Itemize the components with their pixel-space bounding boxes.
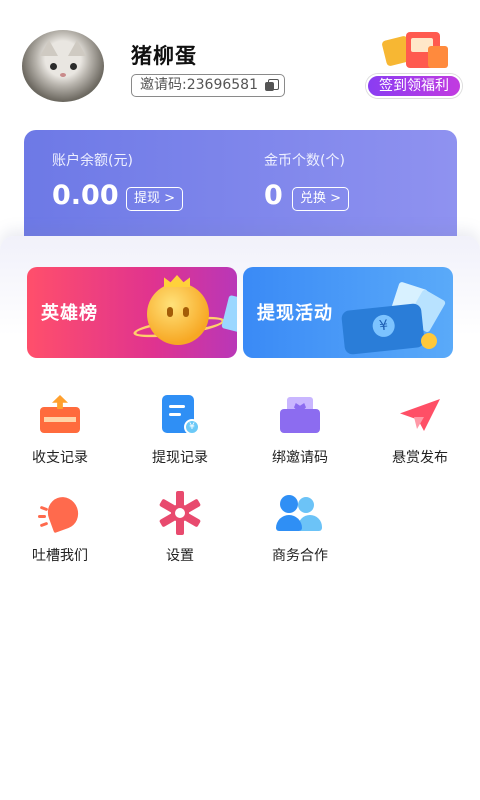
- income-expense-icon: [40, 395, 80, 435]
- copy-icon[interactable]: [264, 79, 279, 91]
- coins-value: 0: [264, 180, 283, 211]
- bind-invite-icon: [280, 395, 320, 435]
- settings-icon: [158, 491, 202, 535]
- avatar[interactable]: [22, 30, 104, 102]
- withdraw-activity-banner[interactable]: 提现活动: [243, 267, 453, 358]
- menu-income-expense[interactable]: 收支记录: [10, 395, 110, 475]
- menu-feedback[interactable]: 吐槽我们: [10, 492, 110, 573]
- balance-value: 0.00: [52, 180, 119, 211]
- withdraw-record-icon: ¥: [160, 395, 200, 435]
- menu-label: 提现记录: [152, 450, 208, 466]
- menu-label: 商务合作: [272, 548, 328, 564]
- withdraw-button[interactable]: 提现 >: [126, 187, 184, 211]
- banner-title: 提现活动: [257, 303, 333, 324]
- avatar-eye: [50, 63, 57, 70]
- feedback-icon: [38, 492, 83, 534]
- menu-settings[interactable]: 设置: [130, 491, 230, 573]
- gift-icon: [378, 28, 450, 76]
- username: 猪柳蛋: [131, 44, 197, 68]
- avatar-ear: [40, 40, 58, 56]
- invite-code-text: 邀请码:23696581: [140, 77, 258, 93]
- menu-withdraw-record[interactable]: ¥ 提现记录: [130, 395, 230, 475]
- wallet-card: 账户余额(元) 0.00 提现 > 金币个数(个) 0 兑换 >: [24, 130, 457, 248]
- banner-title: 英雄榜: [41, 303, 98, 324]
- coins-label: 金币个数(个): [264, 153, 345, 169]
- menu-bind-invite[interactable]: 绑邀请码: [250, 395, 350, 475]
- wallet-icon: [340, 302, 426, 356]
- menu-business[interactable]: 商务合作: [250, 493, 350, 573]
- invite-code[interactable]: 邀请码:23696581: [131, 74, 285, 97]
- menu-label: 收支记录: [32, 450, 88, 466]
- avatar-ear: [68, 40, 86, 56]
- crown-icon: [164, 275, 190, 287]
- menu-label: 悬赏发布: [392, 450, 448, 466]
- coin-icon: [421, 333, 437, 349]
- business-icon: [276, 493, 322, 533]
- menu-reward-publish[interactable]: 悬赏发布: [370, 395, 470, 475]
- exchange-button[interactable]: 兑换 >: [292, 187, 350, 211]
- menu-label: 吐槽我们: [32, 548, 88, 564]
- coin-mascot-icon: [147, 283, 209, 345]
- menu-label: 设置: [166, 548, 194, 564]
- signin-reward-badge[interactable]: 签到领福利: [364, 28, 464, 98]
- signin-reward-label: 签到领福利: [366, 74, 462, 98]
- hero-leaderboard-banner[interactable]: 英雄榜: [27, 267, 237, 358]
- card-icon: [221, 294, 237, 334]
- avatar-nose: [60, 73, 66, 77]
- balance-label: 账户余额(元): [52, 153, 133, 169]
- reward-publish-icon: [400, 395, 440, 435]
- menu-label: 绑邀请码: [272, 450, 328, 466]
- avatar-eye: [70, 63, 77, 70]
